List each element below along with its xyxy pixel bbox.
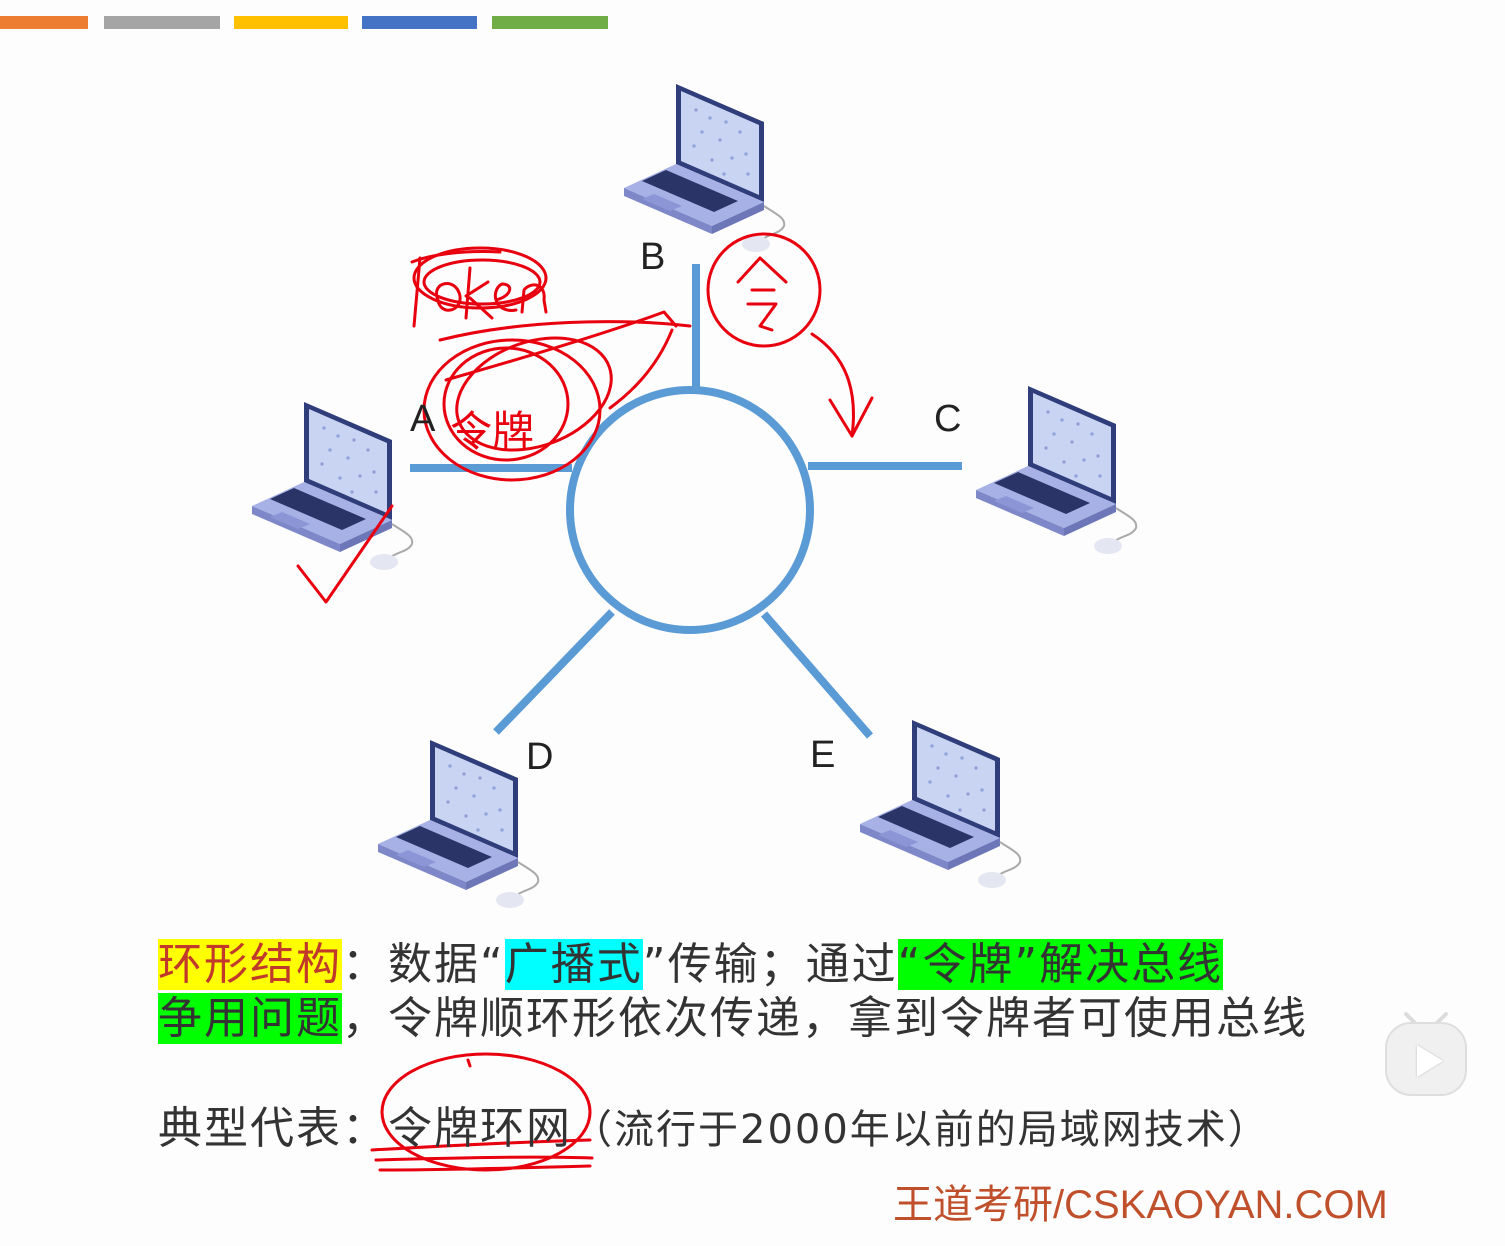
- computer-d: [377, 739, 540, 909]
- description-line-2: 争用问题，令牌顺环形依次传递，拿到令牌者可使用总线: [158, 982, 1308, 1046]
- computer-c: [975, 385, 1138, 555]
- node-label-e: E: [810, 734, 836, 776]
- contention-term: 争用问题: [158, 993, 342, 1044]
- computer-b: [623, 83, 786, 253]
- text-segment: ，令牌顺环形依次传递，拿到令牌者可使用总线: [342, 993, 1308, 1044]
- branch-d: [493, 609, 615, 735]
- ring-topology-diagram: 令牌: [251, 83, 1138, 1172]
- token-ring-example: 令牌环网: [388, 1103, 572, 1154]
- watermark: 王道考研/CSKAOYAN.COM: [893, 1183, 1388, 1227]
- node-label-d: D: [526, 736, 554, 778]
- node-label-c: C: [934, 398, 962, 440]
- computer-a: [251, 401, 414, 571]
- play-icon[interactable]: [1385, 1022, 1467, 1096]
- ring-circle: [566, 386, 814, 634]
- token-ring-note: （流行于2000年以前的局域网技术）: [572, 1107, 1270, 1153]
- branch-e: [760, 611, 874, 739]
- node-label-b: B: [640, 236, 666, 278]
- typical-label: 典型代表：: [158, 1103, 388, 1154]
- node-label-a: A: [410, 398, 436, 440]
- computer-e: [859, 719, 1022, 889]
- typical-example-line: 典型代表：令牌环网（流行于2000年以前的局域网技术）: [158, 1092, 1270, 1156]
- handwritten-token-chinese: 令牌: [450, 407, 534, 456]
